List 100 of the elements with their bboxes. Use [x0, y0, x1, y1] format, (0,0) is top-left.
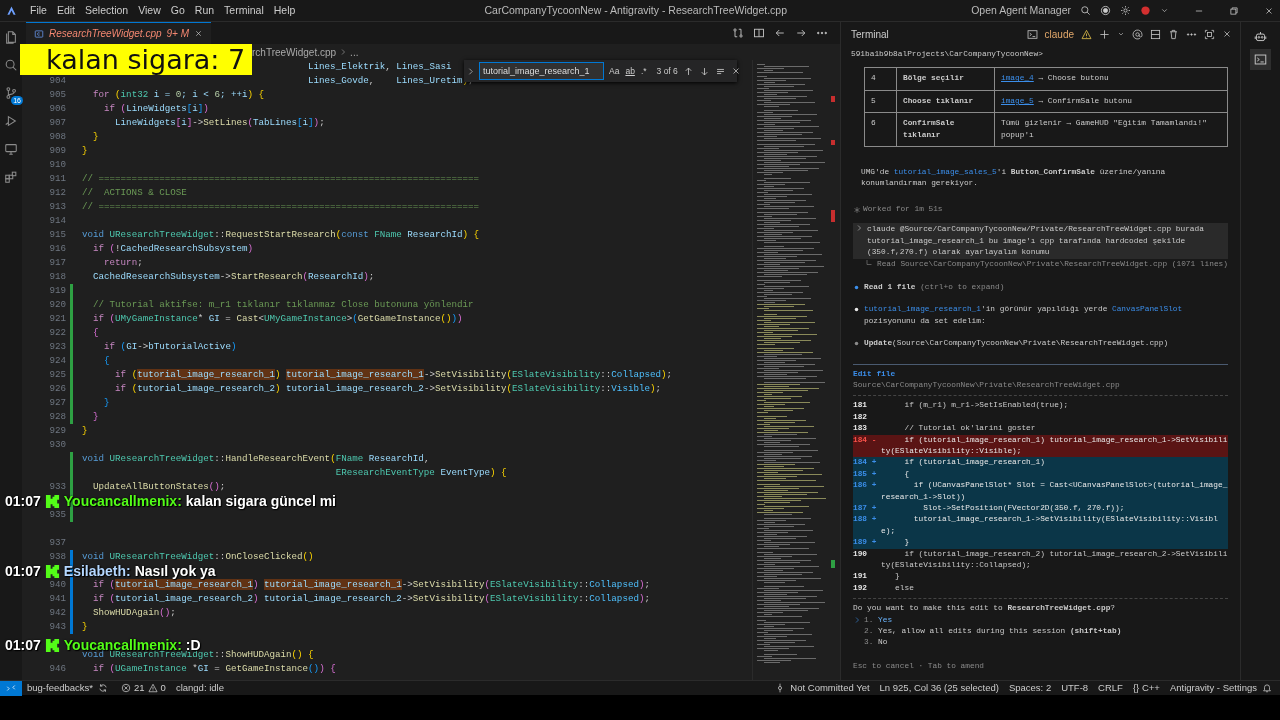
status-item[interactable]: UTF-8 — [1056, 680, 1094, 696]
code-line: // Tutorial aktifse: m_r1 tıklanır tıklanmaz Close butonuna yönlendir — [93, 298, 474, 312]
status-item[interactable]: Spaces: 2 — [1003, 680, 1057, 696]
code-line: } — [82, 424, 88, 438]
close-icon[interactable] — [730, 66, 741, 76]
toggle-button[interactable]: ab — [624, 64, 636, 78]
editor-tab[interactable]: ResearchTreeWidget.cpp 9+ M — [26, 22, 212, 44]
line-number: 926 — [48, 382, 66, 396]
chevron-down-icon[interactable] — [1160, 6, 1169, 15]
code-line: } — [93, 130, 99, 144]
find-input[interactable]: tutorial_image_research_1 — [479, 62, 604, 80]
arrow-down-icon[interactable] — [698, 65, 710, 77]
line-number: 920 — [48, 298, 66, 312]
code-line: ShowHUDAgain(); — [93, 606, 176, 620]
tab-status: 9+ M — [166, 27, 190, 41]
robot-icon[interactable] — [1254, 30, 1267, 43]
menu-item[interactable]: File — [25, 2, 52, 19]
toggle-button[interactable]: .* — [639, 64, 648, 78]
files-icon[interactable] — [4, 30, 18, 44]
line-number: 918 — [48, 270, 66, 284]
code-line: CachedResearchSubsystem->StartResearch(ResearchId); — [93, 270, 375, 284]
line-number: 913 — [48, 200, 66, 214]
mention-icon[interactable] — [1132, 28, 1143, 40]
plus-icon[interactable] — [1099, 28, 1110, 40]
status-item[interactable]: CRLF — [1093, 680, 1128, 696]
line-number: 912 — [48, 186, 66, 200]
status-item[interactable]: Ln 925, Col 36 (25 selected) — [874, 680, 1004, 696]
sync-icon[interactable] — [98, 683, 109, 693]
chat-badge-icon — [44, 493, 60, 509]
breadcrumb-item[interactable]: rchTreeWidget.cpp — [252, 44, 337, 60]
account-icon[interactable] — [1140, 5, 1151, 16]
back-arrow-icon[interactable] — [774, 27, 786, 39]
menu-item[interactable]: Run — [189, 2, 220, 19]
breadcrumb-item[interactable]: ... — [350, 44, 359, 60]
line-number: 941 — [48, 592, 66, 606]
chat-time: 01:07 — [5, 493, 41, 509]
line-number: 911 — [48, 172, 66, 186]
status-item[interactable]: {} C++ — [1127, 680, 1165, 696]
extensions-icon[interactable] — [4, 170, 18, 184]
chat-message: kalan sigara güncel mi — [185, 493, 336, 509]
line-number: 946 — [48, 662, 66, 676]
remote-button[interactable] — [0, 680, 22, 696]
menu-item[interactable]: View — [133, 2, 166, 19]
warning-icon[interactable] — [147, 683, 158, 693]
chevron-down-icon[interactable] — [1117, 30, 1125, 38]
terminal-icon[interactable] — [1026, 28, 1038, 40]
close-icon[interactable] — [194, 29, 204, 38]
restore-icon[interactable] — [1229, 5, 1239, 16]
toggle-button[interactable]: Aa — [608, 64, 621, 78]
status-item[interactable]: Not Committed Yet — [785, 680, 875, 696]
maximize-icon[interactable] — [1204, 28, 1215, 40]
status-item[interactable]: Antigravity - Settings — [1164, 680, 1262, 696]
split-editor-icon[interactable] — [753, 27, 765, 39]
settings-icon[interactable] — [1120, 5, 1131, 16]
split-panel-icon[interactable] — [1150, 28, 1161, 40]
terminal-session-name[interactable]: claude — [1044, 26, 1074, 42]
line-number: 915 — [48, 228, 66, 242]
close-icon[interactable] — [1222, 29, 1232, 39]
source-control-icon[interactable] — [4, 86, 18, 100]
error-icon[interactable] — [121, 683, 132, 693]
bell-icon[interactable] — [1262, 683, 1272, 693]
menu-item[interactable]: Selection — [80, 2, 134, 19]
tree-branch-icon — [865, 259, 873, 268]
menu-item[interactable]: Help — [268, 2, 301, 19]
line-number: 930 — [48, 438, 66, 452]
code-line: void UResearchTreeWidget::RequestStartResearch(const FName ResearchId) { — [82, 228, 480, 242]
menu-item[interactable]: Go — [165, 2, 190, 19]
run-debug-icon[interactable] — [4, 114, 18, 128]
line-number: 914 — [48, 214, 66, 228]
agent-manager-link[interactable]: Open Agent Manager — [971, 2, 1071, 19]
line-number: 935 — [48, 508, 66, 522]
trash-icon[interactable] — [1168, 28, 1179, 40]
close-icon[interactable] — [1264, 5, 1274, 16]
status-item[interactable]: clangd: idle — [170, 680, 229, 696]
circle-icon[interactable] — [1100, 5, 1111, 16]
code-line: EResearchEventType EventType) { — [335, 466, 507, 480]
line-number: 910 — [48, 158, 66, 172]
monitor-icon[interactable] — [4, 142, 18, 156]
error-count[interactable]: 21 — [134, 680, 145, 696]
code-line: // ===================================================================== — [82, 172, 479, 186]
code-line: if (tutorial_image_research_1) tutorial_image_research_1->SetVisibility(ESlateVisibility::Collapsed); — [115, 368, 672, 382]
match-count: 3 of 6 — [655, 64, 679, 78]
arrow-up-icon[interactable] — [682, 65, 694, 77]
chevron-right-icon[interactable] — [466, 66, 475, 76]
line-number: 937 — [48, 536, 66, 550]
search-icon[interactable] — [4, 58, 18, 72]
line-number: 933 — [48, 480, 66, 494]
search-icon[interactable] — [1080, 5, 1091, 16]
code-line: // ACTIONS & CLOSE — [82, 186, 187, 200]
code-line: void UResearchTreeWidget::OnCloseClicked() — [82, 550, 314, 564]
menu-item[interactable]: Terminal — [219, 2, 269, 19]
compare-icon[interactable] — [732, 27, 744, 39]
code-line: if (UGameInstance *GI = GetGameInstance()) { — [93, 662, 336, 676]
branch-name[interactable]: bug-feedbacks* — [22, 680, 99, 696]
chat-message: Nasıl yok ya — [134, 563, 216, 579]
menu-item[interactable]: Edit — [51, 2, 80, 19]
forward-arrow-icon[interactable] — [795, 27, 807, 39]
warning-count[interactable]: 0 — [160, 680, 166, 696]
code-line: } — [82, 144, 88, 158]
code-line: if (tutorial_image_research_2) tutorial_image_research_2->SetVisibility(ESlateVisibility::Collapsed); — [93, 592, 650, 606]
